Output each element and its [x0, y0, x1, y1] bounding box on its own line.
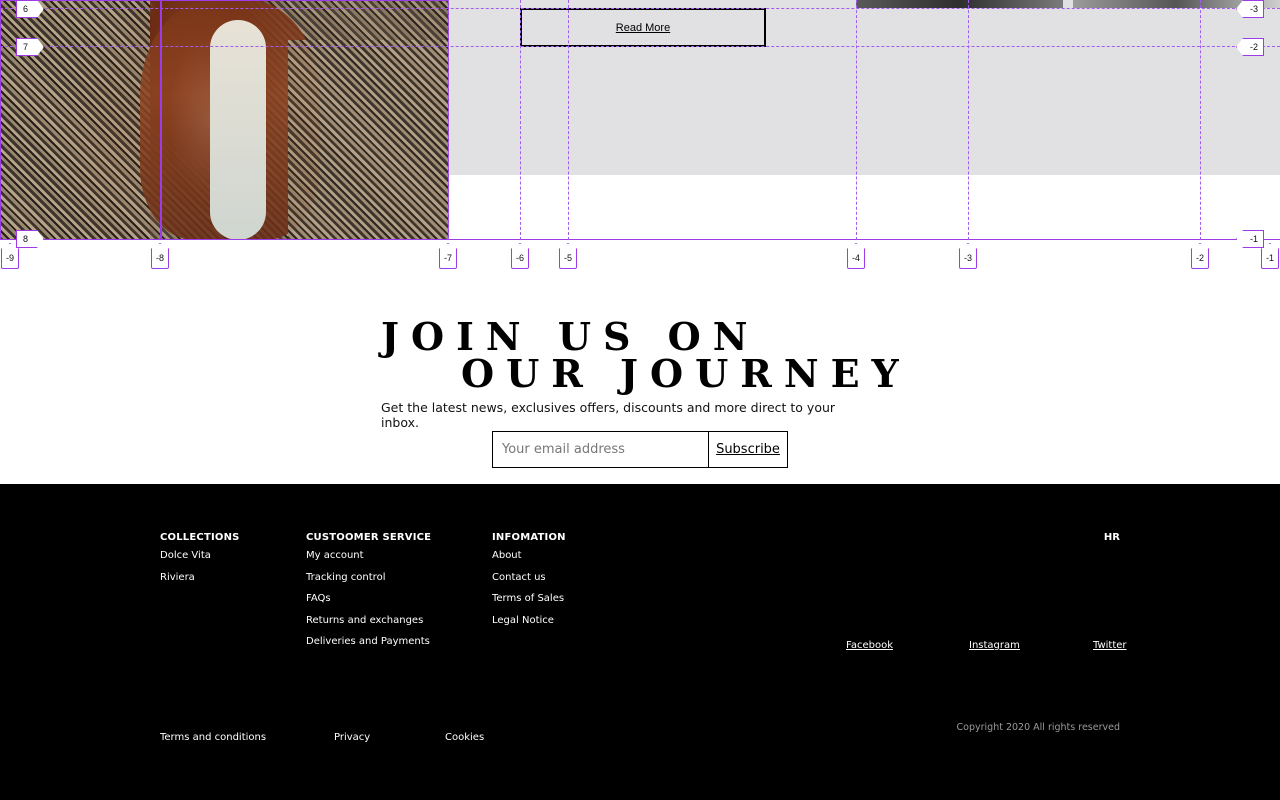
hero-photo [0, 0, 448, 240]
newsletter-subtitle: Get the latest news, exclusives offers, … [381, 400, 836, 430]
footer-information-column: INFOMATION About Contact us Terms of Sal… [492, 532, 566, 637]
copyright-text: Copyright 2020 All rights reserved [956, 722, 1120, 733]
footer-link-returns[interactable]: Returns and exchanges [306, 615, 431, 626]
read-more-button[interactable]: Read More [520, 8, 766, 47]
guide-marker-right: -1 [1236, 230, 1264, 248]
twitter-link[interactable]: Twitter [1093, 640, 1127, 651]
hero-photo-jacket-right [288, 40, 448, 240]
footer-link-terms-of-sales[interactable]: Terms of Sales [492, 594, 566, 604]
guide-marker-bottom: -3 [959, 243, 977, 269]
site-footer: COLLECTIONS Dolce Vita Riviera CUSTOOMER… [0, 484, 1280, 800]
footer-link-contact[interactable]: Contact us [492, 572, 566, 583]
newsletter-title-line2: OUR JOURNEY [461, 351, 911, 396]
footer-link-tracking-control[interactable]: Tracking control [306, 572, 431, 583]
language-selector[interactable]: HR [1104, 532, 1120, 543]
footer-link-about[interactable]: About [492, 551, 566, 561]
guide-marker-bottom: -4 [847, 243, 865, 269]
newsletter-title: JOIN US ON OUR JOURNEY [381, 318, 911, 396]
footer-link-my-account[interactable]: My account [306, 551, 431, 561]
footer-collections-heading: COLLECTIONS [160, 532, 240, 543]
footer-link-riviera[interactable]: Riviera [160, 572, 240, 583]
footer-link-faqs[interactable]: FAQs [306, 594, 431, 604]
footer-link-legal-notice[interactable]: Legal Notice [492, 615, 566, 626]
subscribe-button[interactable]: Subscribe [708, 431, 788, 468]
hero-photo-neck [210, 20, 266, 240]
footer-link-dolce-vita[interactable]: Dolce Vita [160, 551, 240, 561]
product-thumbnail[interactable] [1073, 0, 1280, 8]
footer-customer-service-heading: CUSTOOMER SERVICE [306, 532, 432, 543]
guide-marker-bottom: -9 [1, 243, 19, 269]
footer-collections-column: COLLECTIONS Dolce Vita Riviera [160, 532, 240, 594]
facebook-link[interactable]: Facebook [846, 640, 893, 651]
footer-information-heading: INFOMATION [492, 532, 566, 543]
guide-marker-bottom: -6 [511, 243, 529, 269]
terms-and-conditions-link[interactable]: Terms and conditions [160, 732, 266, 743]
footer-link-deliveries[interactable]: Deliveries and Payments [306, 637, 431, 647]
privacy-link[interactable]: Privacy [334, 732, 370, 743]
cookies-link[interactable]: Cookies [445, 732, 484, 743]
email-input[interactable] [492, 431, 708, 468]
instagram-link[interactable]: Instagram [969, 640, 1020, 651]
guide-marker-bottom: -7 [439, 243, 457, 269]
footer-customer-service-column: CUSTOOMER SERVICE My account Tracking co… [306, 532, 431, 659]
guide-marker-bottom: -8 [151, 243, 169, 269]
guide-marker-bottom: -2 [1191, 243, 1209, 269]
guide-marker-bottom: -1 [1261, 243, 1279, 269]
product-thumbnail[interactable] [856, 0, 1063, 8]
hero-photo-jacket-left [0, 0, 150, 240]
guide-marker-bottom: -5 [559, 243, 577, 269]
